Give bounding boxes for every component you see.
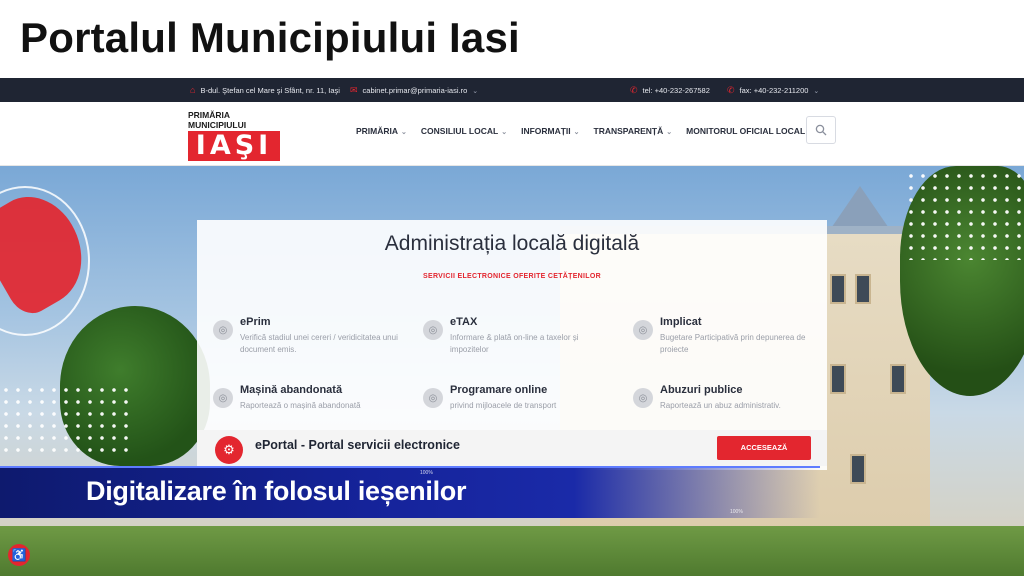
card-subtitle: SERVICII ELECTRONICE OFERITE CETĂȚENILOR <box>423 273 601 280</box>
main-navbar: PRIMĂRIA MUNICIPIULUI IAŞI PRIMĂRIA ⌄ CON… <box>0 102 1024 166</box>
lower-third-headline: Digitalizare în folosul ieșenilor <box>86 476 467 506</box>
participation-icon: ◎ <box>633 320 653 340</box>
service-description: Raportează un abuz administrativ. <box>660 401 781 410</box>
access-button[interactable]: ACCESEAZĂ <box>717 436 811 460</box>
site-logo[interactable]: PRIMĂRIA MUNICIPIULUI IAŞI <box>188 110 288 161</box>
menu-label: PRIMĂRIA <box>356 126 399 136</box>
palace-window <box>830 274 846 304</box>
menu-label: CONSILIUL LOCAL <box>420 126 499 136</box>
video-caption: Portalul Municipiului Iasi <box>0 0 1024 78</box>
card-title: Administrația locală digitală <box>384 232 640 255</box>
service-name: Abuzuri publice <box>660 384 743 396</box>
search-icon <box>815 124 827 136</box>
logo-wordmark: IAŞI <box>188 131 280 161</box>
palace-window <box>850 454 866 484</box>
service-description: Raportează o mașină abandonată <box>240 401 361 410</box>
email-text[interactable]: cabinet.primar@primaria-iasi.ro <box>363 86 468 95</box>
phone-item[interactable]: ✆ tel: +40-232-267582 <box>630 85 710 96</box>
lower-third-badge: 100% <box>730 509 743 515</box>
calendar-icon: ◎ <box>423 388 443 408</box>
eportal-icon: ⚙ <box>215 436 243 464</box>
wheelchair-icon: ♿ <box>11 548 27 562</box>
service-description: Verifică stadiul unei cereri / veridicit… <box>240 333 398 354</box>
service-name: Mașină abandonată <box>240 384 343 396</box>
decorative-dot-grid <box>905 170 1024 260</box>
chevron-down-icon: ⌄ <box>666 129 673 136</box>
menu-label: MONITORUL OFICIAL LOCAL <box>686 126 806 136</box>
caption-title: Portalul Municipiului Iasi <box>20 14 520 61</box>
main-menu: PRIMĂRIA ⌄ CONSILIUL LOCAL ⌄ INFORMAȚII ⌄ T… <box>356 126 814 136</box>
service-name: Implicat <box>660 316 702 328</box>
document-check-icon: ◎ <box>213 320 233 340</box>
logo-line-2: MUNICIPIULUI <box>188 120 247 130</box>
lawn-image <box>0 526 1024 576</box>
fax-icon: ✆ <box>727 85 735 95</box>
eportal-label[interactable]: ePortal - Portal servicii electronice <box>255 438 460 452</box>
lower-third-accent-line <box>0 466 820 468</box>
palace-window <box>890 364 906 394</box>
service-name: ePrim <box>240 316 271 328</box>
lower-third-badge: 100% <box>420 470 433 476</box>
accessibility-button[interactable]: ♿ <box>8 544 30 566</box>
fax-item[interactable]: ✆ fax: +40-232-211200 ⌄ <box>727 85 819 96</box>
email-item[interactable]: ✉ cabinet.primar@primaria-iasi.ro ⌄ <box>350 85 478 96</box>
chevron-down-icon: ⌄ <box>813 87 820 95</box>
chevron-down-icon: ⌄ <box>501 129 508 136</box>
service-description: Bugetare Participativă prin depunerea de… <box>660 333 806 354</box>
fax-text[interactable]: fax: +40-232-211200 <box>740 86 809 95</box>
warning-icon: ◎ <box>633 388 653 408</box>
service-name: eTAX <box>450 316 478 328</box>
top-info-bar: ⌂ B-dul. Ştefan cel Mare şi Sfânt, nr. 1… <box>0 78 1024 102</box>
menu-label: INFORMAȚII <box>521 126 571 136</box>
palace-window <box>855 274 871 304</box>
chevron-down-icon: ⌄ <box>472 87 479 95</box>
eportal-bar: ⚙ ePortal - Portal servicii electronice … <box>197 430 827 466</box>
phone-text[interactable]: tel: +40-232-267582 <box>643 86 710 95</box>
menu-label: TRANSPARENȚĂ <box>593 126 664 136</box>
service-description: Informare & plată on-line a taxelor și i… <box>450 333 579 354</box>
search-button[interactable] <box>806 116 836 144</box>
payment-icon: ◎ <box>423 320 443 340</box>
car-icon: ◎ <box>213 388 233 408</box>
chevron-down-icon: ⌄ <box>573 129 580 136</box>
location-pin-icon: ⌂ <box>190 85 196 95</box>
palace-window <box>830 364 846 394</box>
decorative-dot-grid <box>0 384 130 454</box>
address-text: B-dul. Ştefan cel Mare şi Sfânt, nr. 11,… <box>200 85 340 95</box>
menu-item-primaria[interactable]: PRIMĂRIA ⌄ <box>356 126 407 136</box>
menu-item-consiliul-local[interactable]: CONSILIUL LOCAL ⌄ <box>421 126 507 136</box>
phone-icon: ✆ <box>630 85 638 95</box>
service-name: Programare online <box>450 384 548 396</box>
envelope-icon: ✉ <box>350 85 358 95</box>
menu-item-monitorul-oficial[interactable]: MONITORUL OFICIAL LOCAL⌄ <box>686 126 814 136</box>
service-description: privind mijloacele de transport <box>450 401 557 410</box>
address-item: ⌂ B-dul. Ştefan cel Mare şi Sfânt, nr. 1… <box>190 85 340 95</box>
logo-line-1: PRIMĂRIA <box>188 110 231 120</box>
menu-item-informatii[interactable]: INFORMAȚII ⌄ <box>521 126 579 136</box>
menu-item-transparenta[interactable]: TRANSPARENȚĂ ⌄ <box>594 126 673 136</box>
chevron-down-icon: ⌄ <box>401 129 407 136</box>
